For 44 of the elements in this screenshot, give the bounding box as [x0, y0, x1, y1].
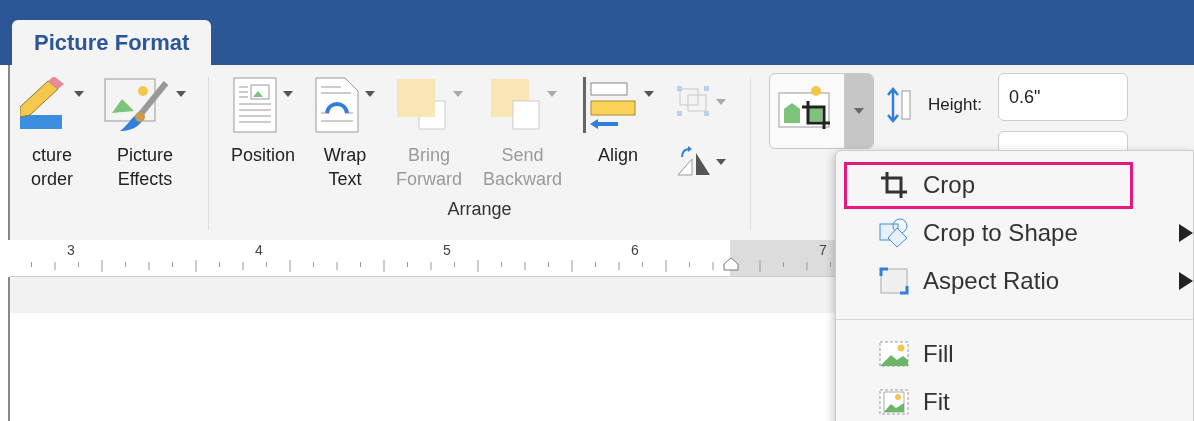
ribbon-button[interactable]: Align: [572, 65, 665, 167]
align-left-icon: [582, 77, 639, 133]
height-field[interactable]: 0.6": [997, 73, 1128, 121]
caret-icon: [644, 91, 655, 97]
ruler-number: 3: [67, 242, 76, 258]
picture-brush-icon: [104, 77, 170, 133]
ribbon-button[interactable]: Picture Effects: [94, 65, 196, 191]
ribbon-button[interactable]: Position: [221, 65, 306, 167]
caret-icon: [176, 91, 186, 97]
caret-icon: [546, 91, 557, 97]
caret-icon: [716, 159, 727, 165]
ribbon-button[interactable]: Wrap Text: [305, 65, 386, 191]
ruler-number: 6: [631, 242, 640, 258]
menu-item[interactable]: Aspect Ratio: [844, 257, 1133, 305]
menu-item[interactable]: Fit: [844, 378, 1133, 421]
rotate-flip-icon: [676, 145, 713, 177]
page-wrap-icon: [315, 77, 360, 133]
aspect-ratio-icon: [879, 266, 909, 296]
height-label: Height:: [928, 95, 982, 115]
picture-fill-icon: [879, 341, 909, 367]
ribbon-button[interactable]: cture order: [10, 65, 94, 191]
shapes-icon: [879, 218, 909, 248]
ribbon-tab[interactable]: Picture Format: [12, 20, 212, 65]
caret-icon: [716, 99, 727, 105]
picture-fit-icon: [879, 389, 909, 415]
layers-icon: [395, 77, 448, 133]
crop-icon: [879, 170, 909, 200]
caret-icon: [74, 91, 84, 97]
crop-split-button[interactable]: [769, 73, 875, 149]
page-position-icon: [233, 77, 277, 133]
ruler-number: 4: [255, 242, 264, 258]
layers-icon: [488, 77, 541, 133]
caret-icon: [453, 91, 464, 97]
caret-icon: [283, 91, 293, 97]
menu-item[interactable]: Fill: [844, 330, 1133, 378]
height-icon: [886, 87, 913, 123]
group-label: Arrange: [447, 199, 512, 220]
ruler-number: 7: [819, 242, 828, 258]
rotate-button[interactable]: [676, 145, 727, 177]
menu-item[interactable]: Crop: [844, 161, 1133, 209]
caret-icon: [365, 91, 376, 97]
ruler-number: 5: [443, 242, 452, 258]
menu-item[interactable]: Crop to Shape: [844, 209, 1133, 257]
caret-icon: [854, 108, 865, 114]
